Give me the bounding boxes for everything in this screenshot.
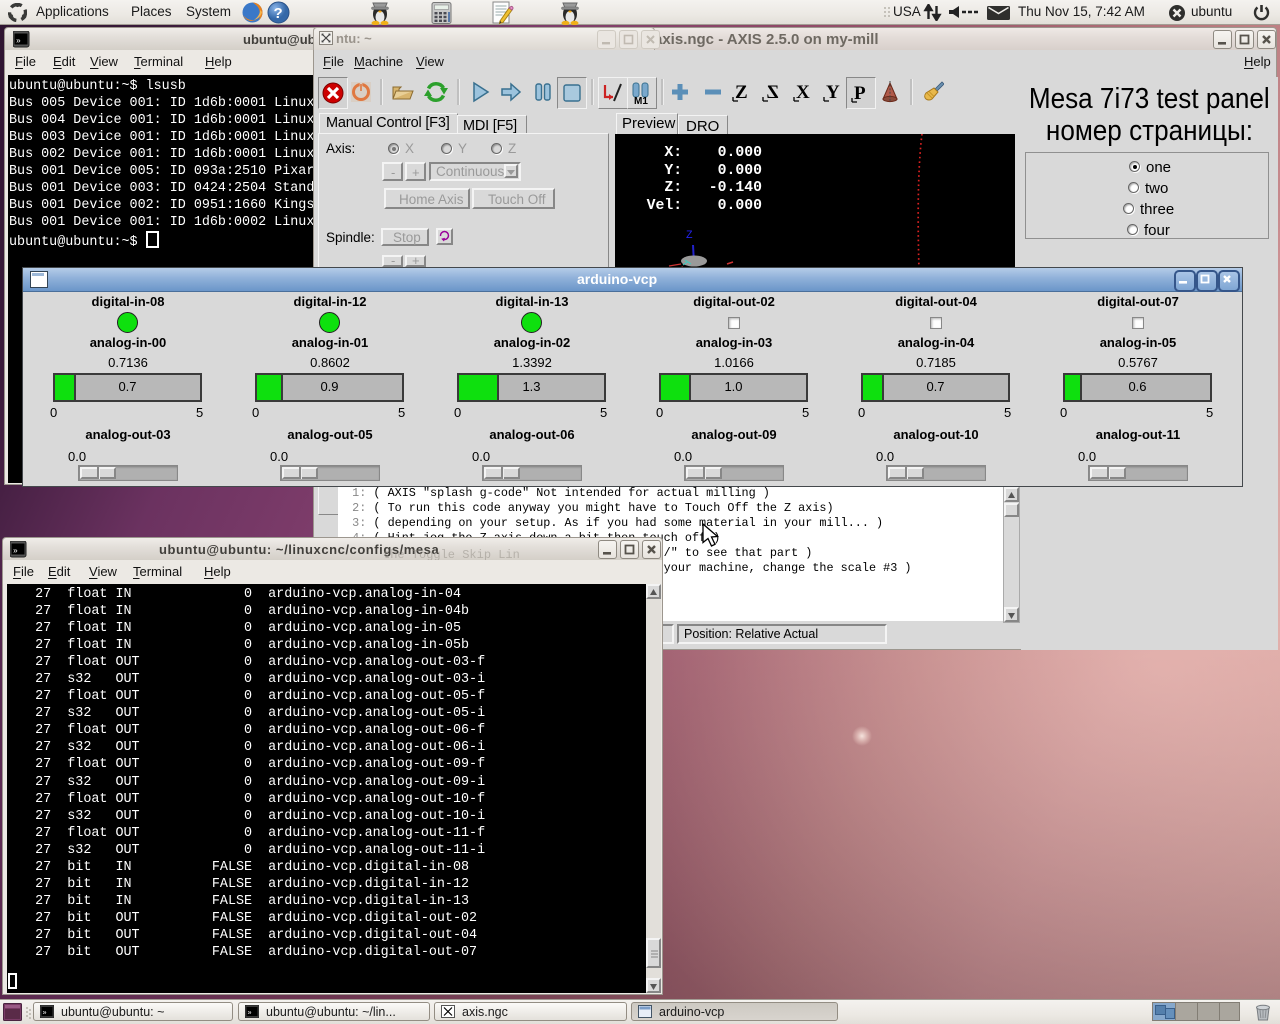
svg-text:Z: Z <box>686 230 693 242</box>
svg-text:»: » <box>13 547 18 556</box>
svg-text:?: ? <box>274 5 283 22</box>
svg-text:X: X <box>796 82 810 103</box>
svg-text:Z: Z <box>766 82 779 103</box>
svg-text:M1: M1 <box>634 96 648 105</box>
svg-text:»: » <box>16 37 21 46</box>
svg-text:P: P <box>854 83 866 104</box>
svg-text:Z: Z <box>735 82 748 103</box>
svg-text:»: » <box>248 1010 252 1018</box>
svg-text:Y: Y <box>826 82 840 103</box>
svg-text:»: » <box>43 1010 47 1018</box>
